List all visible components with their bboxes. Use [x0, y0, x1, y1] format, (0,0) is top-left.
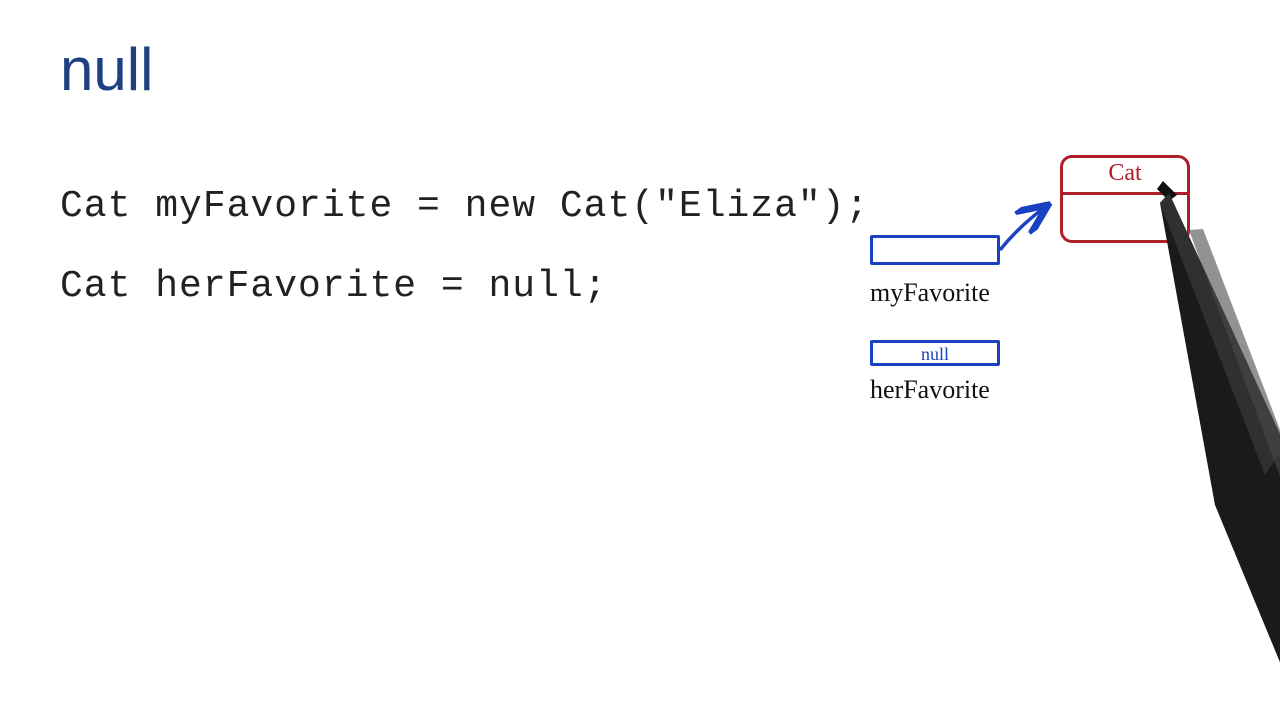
memory-diagram: Cat myFavorite null herFavorite: [0, 0, 1280, 720]
object-class-label: Cat: [1063, 160, 1187, 187]
variable-value-herfavorite: null: [921, 344, 949, 364]
variable-box-myfavorite: [870, 235, 1000, 265]
object-box-cat: Cat: [1060, 155, 1190, 243]
code-line-2: Cat herFavorite = null;: [60, 265, 608, 308]
stylus-pen-icon: [1155, 175, 1280, 720]
code-line-1: Cat myFavorite = new Cat("Eliza");: [60, 185, 869, 228]
slide-title: null: [60, 35, 153, 104]
variable-label-myfavorite: myFavorite: [870, 278, 990, 308]
variable-label-herfavorite: herFavorite: [870, 375, 990, 405]
object-divider: [1063, 192, 1187, 195]
variable-box-herfavorite: null: [870, 340, 1000, 366]
reference-arrow: [0, 0, 1280, 720]
